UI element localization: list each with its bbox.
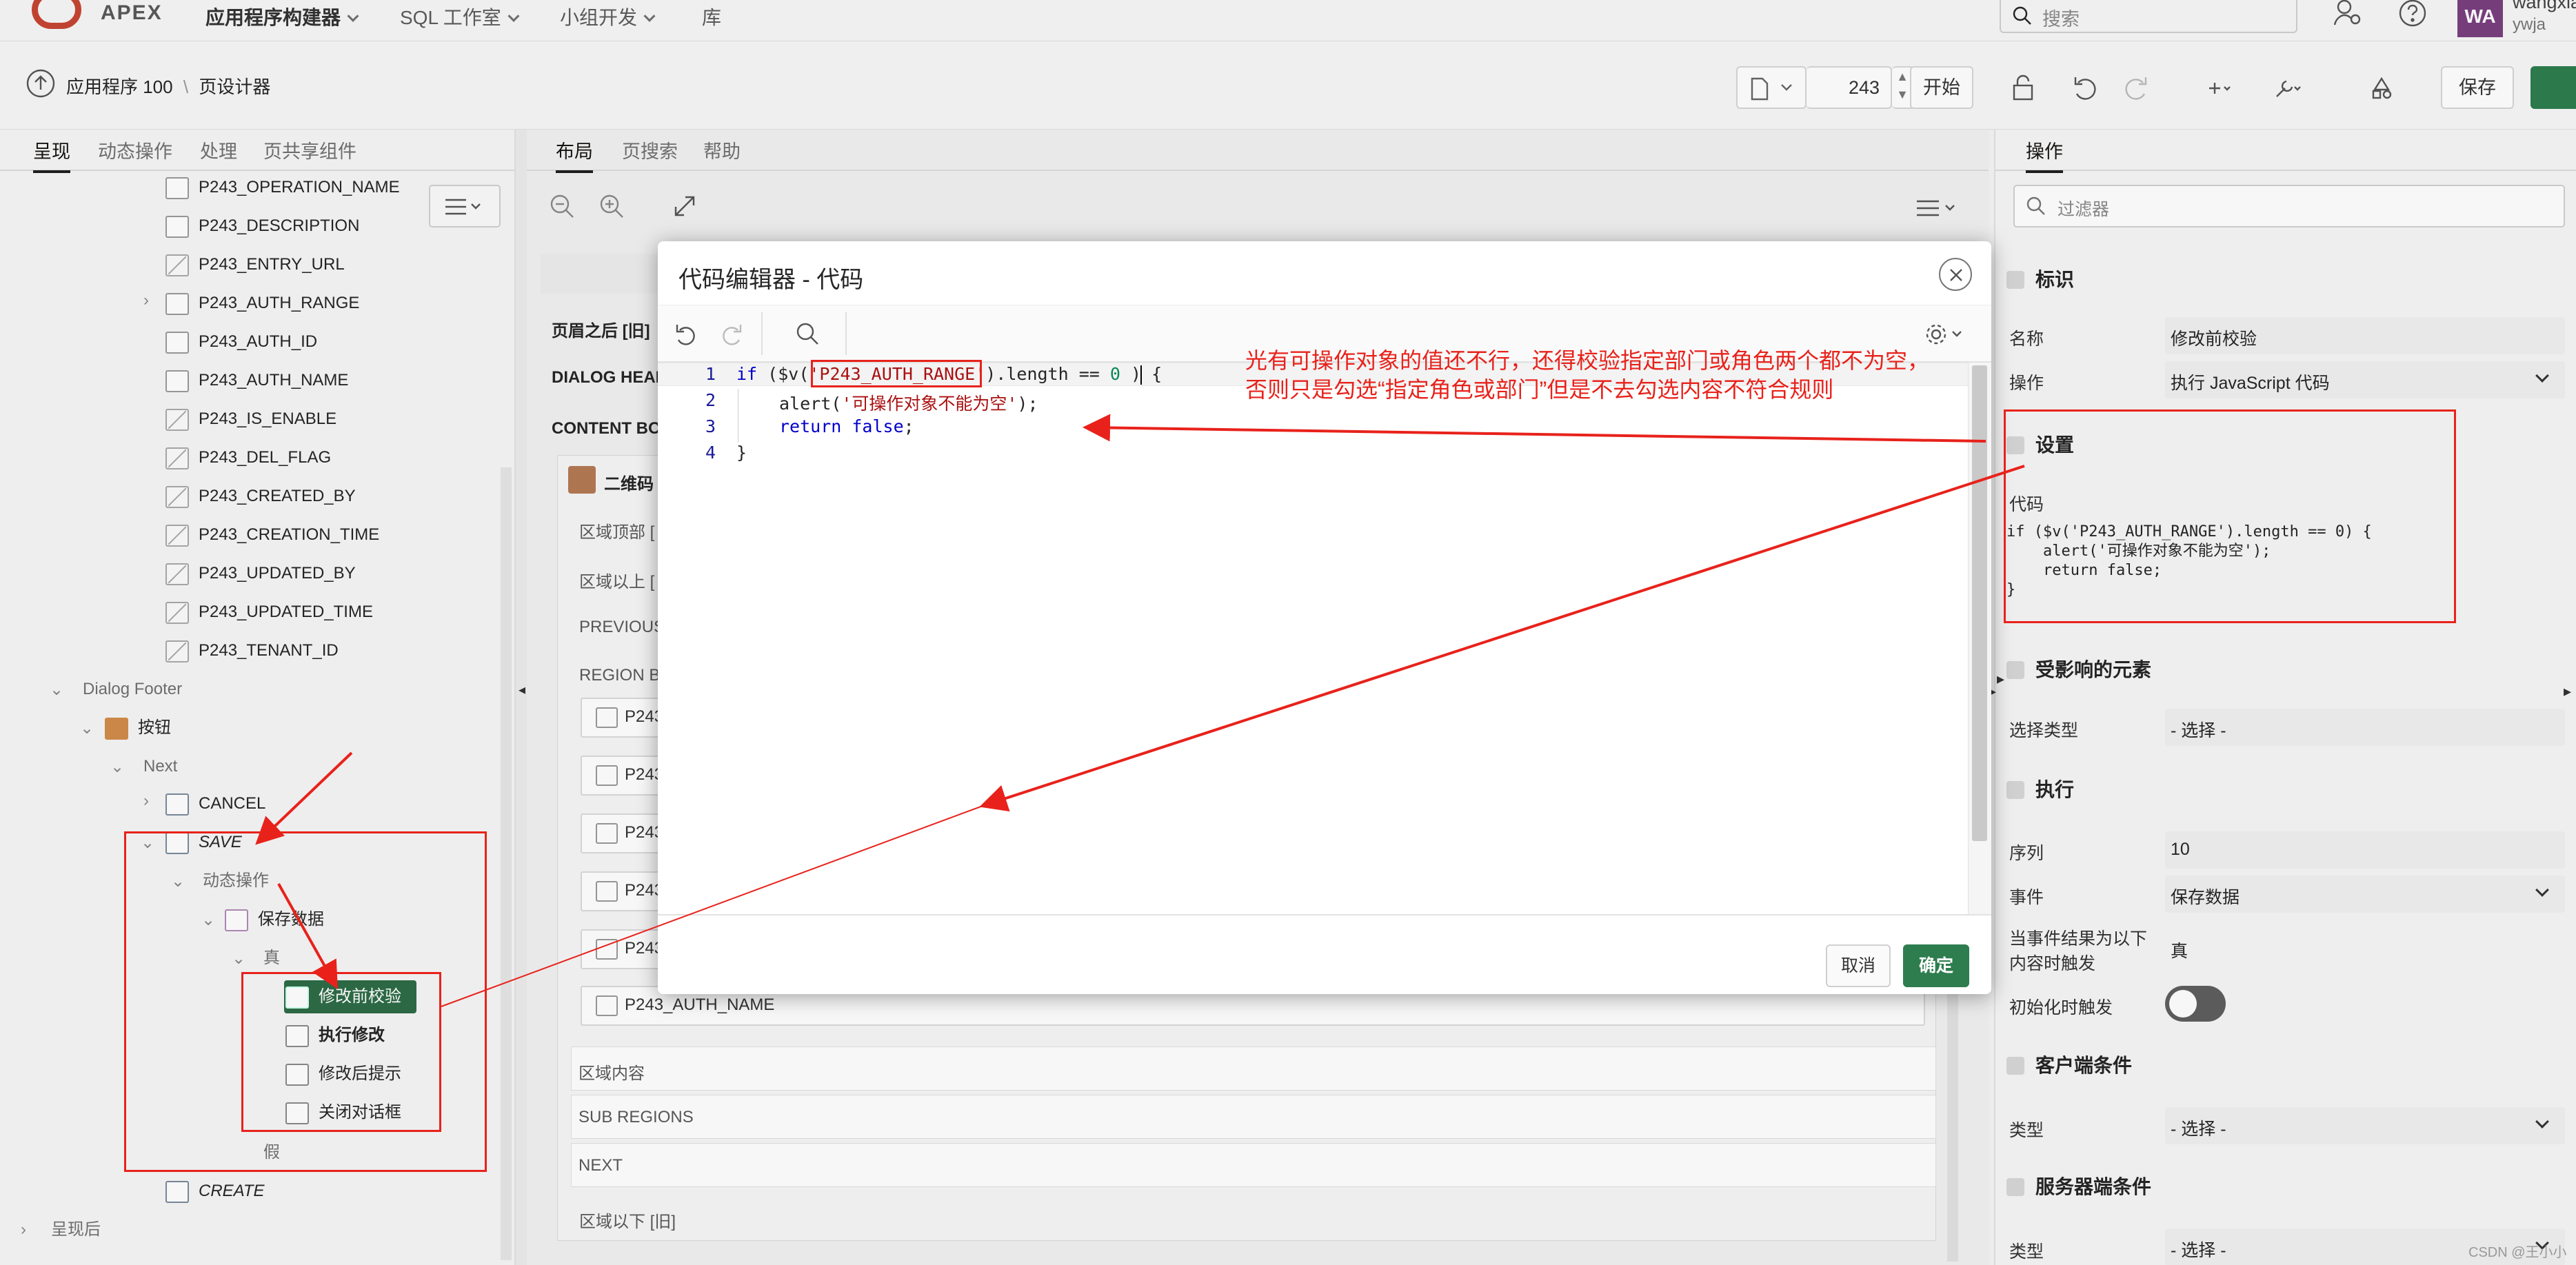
code-editor[interactable]: 1 if ($v('P243_AUTH_RANGE').length == 0 … (658, 363, 1968, 914)
watermark: CSDN @王小小鸭 (2468, 1245, 2567, 1260)
annotation-highlight-code (811, 360, 982, 387)
gear-icon[interactable] (1925, 321, 1969, 348)
annotation-highlight-actions (241, 972, 441, 1132)
app-window: { "topnav": { "brand": "APEX", "menu": [… (0, 0, 2576, 1265)
toolbar-divider (845, 312, 847, 355)
editor-scrollbar-thumb[interactable] (1972, 365, 1987, 841)
line-number: 1 (705, 364, 716, 384)
line-number: 4 (705, 443, 716, 463)
dialog-title: 代码编辑器 - 代码 (678, 267, 864, 293)
annotation-line-1: 光有可操作对象的值还不行，还得校验指定部门或角色两个都不为空， (1245, 348, 1930, 373)
annotation-line-2: 否则只是勾选“指定角色或部门”但是不去勾选内容不符合规则 (1245, 377, 1834, 402)
annotation-highlight-settings (2004, 409, 2456, 623)
cancel-button[interactable]: 取消 (1826, 944, 1891, 987)
search-icon[interactable] (794, 321, 822, 348)
line-number: 3 (705, 416, 716, 436)
toolbar-divider (761, 312, 763, 355)
line-number: 2 (705, 390, 716, 410)
redo-icon[interactable] (718, 321, 746, 348)
dialog-footer: 取消 确定 (658, 914, 1991, 994)
code-line-4: } (736, 443, 747, 463)
ok-button[interactable]: 确定 (1903, 944, 1969, 987)
text-cursor (1140, 365, 1142, 385)
code-line-3: return false; (779, 416, 914, 436)
close-button[interactable] (1939, 258, 1972, 291)
close-icon (1950, 269, 1962, 281)
undo-icon[interactable] (672, 321, 699, 348)
code-line-2: alert('可操作对象不能为空'); (779, 394, 1038, 414)
